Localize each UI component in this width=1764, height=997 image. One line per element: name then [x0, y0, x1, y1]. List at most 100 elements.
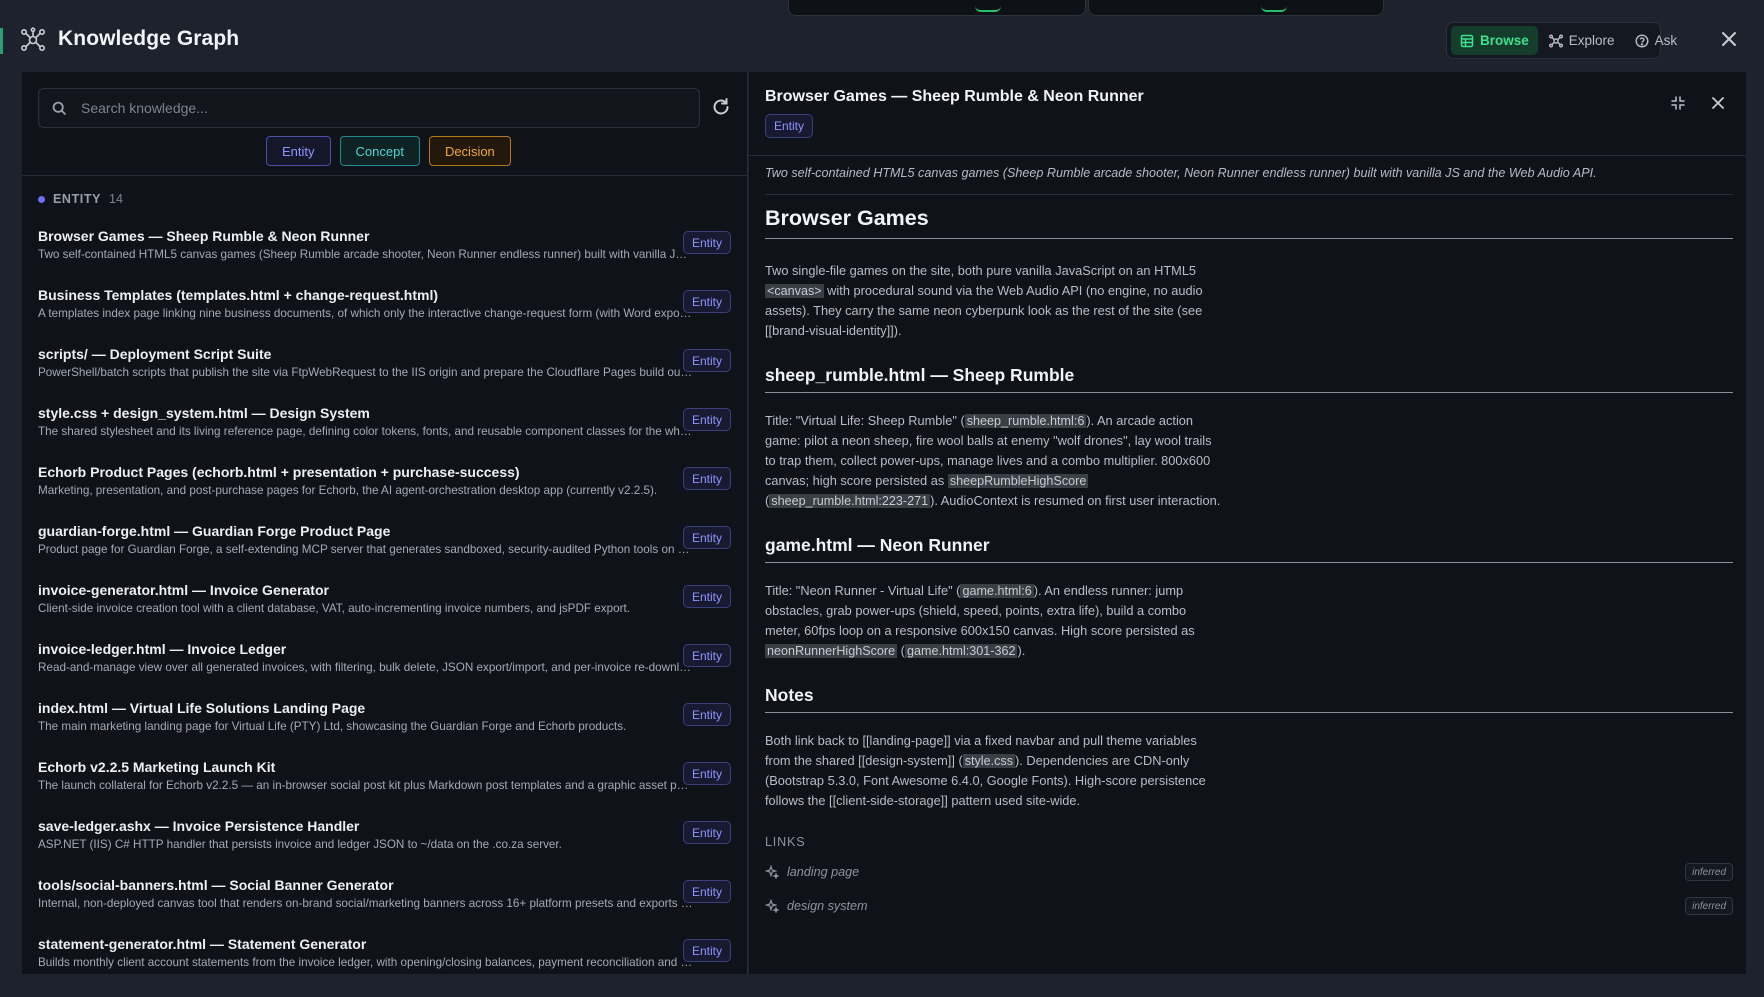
group-name: ENTITY — [53, 192, 102, 206]
link-label: landing page — [787, 865, 860, 879]
list-item[interactable]: Browser Games — Sheep Rumble & Neon Runn… — [22, 217, 747, 276]
list-item[interactable]: statement-generator.html — Statement Gen… — [22, 925, 747, 974]
detail-summary: Two self-contained HTML5 canvas games (S… — [765, 166, 1597, 180]
list-item[interactable]: Echorb v2.2.5 Marketing Launch Kit The la… — [22, 748, 747, 807]
entity-dot-icon — [38, 195, 45, 203]
list-item[interactable]: scripts/ — Deployment Script Suite PowerS… — [22, 335, 747, 394]
type-badge: Entity — [682, 526, 731, 549]
type-badge: Entity — [682, 703, 731, 726]
item-title: save-ledger.ashx — Invoice Persistence H… — [38, 818, 360, 834]
link-label: design system — [787, 899, 868, 913]
item-desc: Internal, non-deployed canvas tool that … — [38, 897, 694, 910]
type-badge: Entity — [682, 880, 731, 903]
inline-code: sheep_rumble.html:223-271 — [769, 494, 931, 508]
item-title: style.css + design_system.html — Design … — [38, 405, 370, 421]
filter-entity[interactable]: Entity — [266, 136, 331, 166]
inline-code: style.css — [962, 754, 1016, 768]
knowledge-graph-icon — [20, 27, 45, 51]
list-item[interactable]: Echorb Product Pages (echorb.html + pres… — [22, 453, 747, 512]
item-title: invoice-ledger.html — Invoice Ledger — [38, 641, 287, 657]
link-item[interactable]: landing page inferred — [765, 855, 1733, 889]
inferred-tag: inferred — [1685, 897, 1733, 915]
detail-type-badge: Entity — [765, 114, 814, 138]
doc-paragraph: Both link back to [[landing-page]] via a… — [765, 733, 1206, 808]
explore-mode-button[interactable]: Explore — [1540, 26, 1624, 55]
filter-decision[interactable]: Decision — [428, 136, 511, 166]
type-badge: Entity — [682, 408, 731, 431]
list-item[interactable]: save-ledger.ashx — Invoice Persistence H… — [22, 807, 747, 866]
mode-switch: Browse Explore Ask — [1446, 22, 1677, 59]
inline-code: sheepRumbleHighScore — [947, 474, 1089, 488]
table-icon — [1460, 34, 1474, 47]
app-title: Knowledge Graph — [58, 27, 240, 50]
browse-mode-button[interactable]: Browse — [1451, 26, 1538, 55]
item-desc: Product page for Guardian Forge, a self-… — [38, 543, 694, 556]
item-desc: The launch collateral for Echorb v2.2.5 … — [38, 779, 694, 792]
browse-mode-label: Browse — [1480, 33, 1529, 48]
detail-title: Browser Games — Sheep Rumble & Neon Runn… — [765, 88, 1144, 105]
type-badge: Entity — [682, 644, 731, 667]
list-item[interactable]: style.css + design_system.html — Design … — [22, 394, 747, 453]
search-box — [38, 88, 700, 128]
item-desc: ASP.NET (IIS) C# HTTP handler that persi… — [38, 838, 562, 851]
help-circle-icon — [1635, 33, 1649, 48]
item-title: Echorb Product Pages (echorb.html + pres… — [38, 464, 520, 480]
knowledge-list-panel: Entity Concept Decision ENTITY 14 Browse… — [22, 72, 748, 974]
item-desc: PowerShell/batch scripts that publish th… — [38, 366, 694, 379]
type-badge: Entity — [682, 939, 731, 962]
detail-document: Browser Games Two single-file games on t… — [765, 206, 1733, 923]
item-title: statement-generator.html — Statement Gen… — [38, 936, 367, 952]
list-item[interactable]: tools/social-banners.html — Social Banne… — [22, 866, 747, 925]
list-item[interactable]: invoice-ledger.html — Invoice Ledger Read… — [22, 630, 747, 689]
item-title: Browser Games — Sheep Rumble & Neon Runn… — [38, 228, 370, 244]
search-input[interactable] — [81, 89, 681, 127]
graph-nodes-icon — [1548, 34, 1563, 47]
close-icon[interactable] — [1711, 96, 1725, 110]
type-badge: Entity — [682, 349, 731, 372]
detail-panel: Browser Games — Sheep Rumble & Neon Runn… — [749, 72, 1746, 974]
item-desc: Client-side invoice creation tool with a… — [38, 602, 631, 615]
doc-subheading: Notes — [765, 685, 1733, 713]
search-icon — [52, 101, 67, 116]
type-badge: Entity — [682, 467, 731, 490]
close-icon[interactable] — [1718, 28, 1740, 50]
inline-code: game.html:6 — [960, 584, 1034, 598]
list-item[interactable]: invoice-generator.html — Invoice Generat… — [22, 571, 747, 630]
type-badge: Entity — [682, 585, 731, 608]
list-item[interactable]: guardian-forge.html — Guardian Forge Pro… — [22, 512, 747, 571]
item-desc: Marketing, presentation, and post-purcha… — [38, 484, 658, 497]
filter-concept[interactable]: Concept — [339, 136, 420, 166]
ask-mode-label: Ask — [1654, 33, 1678, 48]
header: Knowledge Graph Browse Explore Ask — [0, 0, 1764, 78]
compress-icon[interactable] — [1670, 95, 1686, 111]
item-desc: Builds monthly client account statements… — [38, 956, 694, 969]
item-desc: Read-and-manage view over all generated … — [38, 661, 694, 674]
item-title: guardian-forge.html — Guardian Forge Pro… — [38, 523, 391, 539]
inline-code: game.html:301-362 — [904, 644, 1018, 658]
divider — [749, 155, 1746, 156]
doc-paragraph: Two single-file games on the site, both … — [765, 263, 1203, 338]
list-item[interactable]: Business Templates (templates.html + cha… — [22, 276, 747, 335]
ask-mode-button[interactable]: Ask — [1626, 26, 1687, 55]
links-heading: LINKS — [765, 835, 806, 849]
type-badge: Entity — [682, 290, 731, 313]
divider — [22, 175, 747, 176]
item-title: invoice-generator.html — Invoice Generat… — [38, 582, 329, 598]
item-desc: The main marketing landing page for Virt… — [38, 720, 627, 733]
group-count: 14 — [109, 192, 123, 206]
doc-heading: Browser Games — [765, 206, 1733, 239]
doc-subheading: sheep_rumble.html — Sheep Rumble — [765, 365, 1733, 393]
list-item[interactable]: index.html — Virtual Life Solutions Land… — [22, 689, 747, 748]
group-header: ENTITY 14 — [38, 192, 123, 206]
item-desc: Two self-contained HTML5 canvas games (S… — [38, 248, 694, 261]
doc-paragraph: Title: "Neon Runner - Virtual Life" (gam… — [765, 583, 1195, 658]
type-badge: Entity — [682, 762, 731, 785]
knowledge-list: Browser Games — Sheep Rumble & Neon Runn… — [22, 217, 747, 974]
inline-code: neonRunnerHighScore — [765, 644, 898, 658]
item-title: index.html — Virtual Life Solutions Land… — [38, 700, 366, 716]
doc-subheading: game.html — Neon Runner — [765, 535, 1733, 563]
doc-paragraph: Title: "Virtual Life: Sheep Rumble" (she… — [765, 413, 1221, 508]
refresh-icon[interactable] — [710, 96, 732, 118]
link-item[interactable]: design system inferred — [765, 889, 1733, 923]
item-title: tools/social-banners.html — Social Banne… — [38, 877, 394, 893]
